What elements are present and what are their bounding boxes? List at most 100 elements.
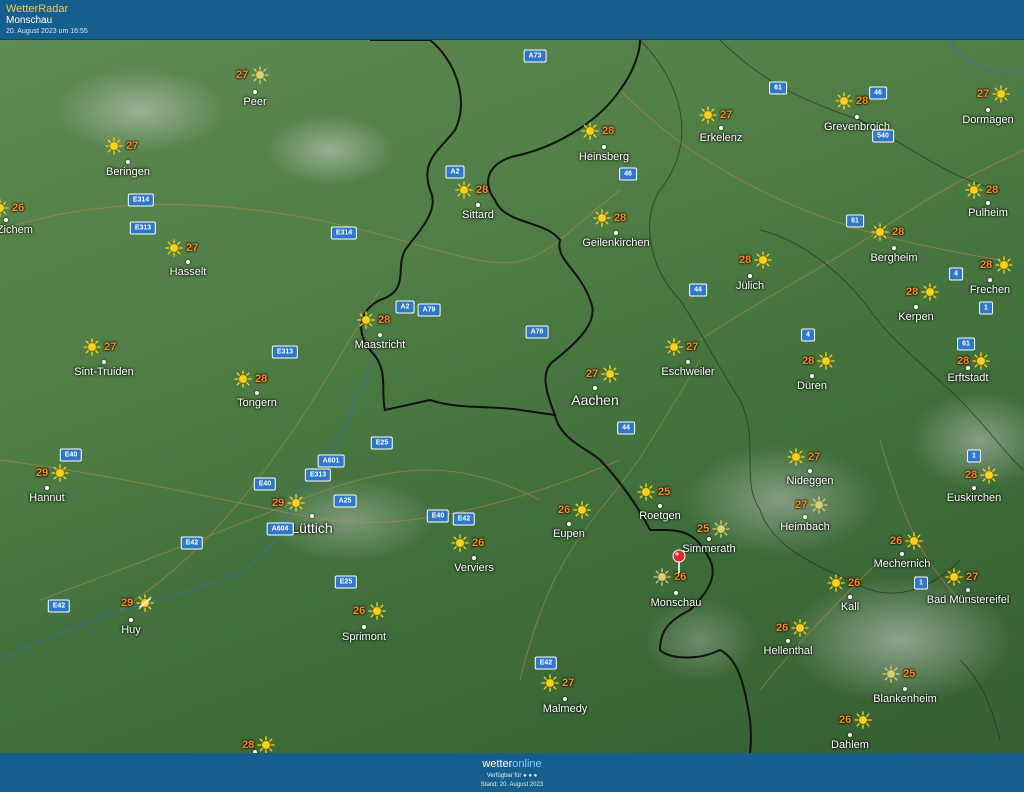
city-dot-geilenkirchen bbox=[614, 231, 618, 235]
city-label-simmerath[interactable]: Simmerath bbox=[682, 543, 735, 555]
sun-icon bbox=[51, 464, 70, 482]
sun-icon bbox=[791, 619, 810, 637]
weather-marker-huy[interactable]: 29 bbox=[121, 594, 155, 612]
city-label-erftstadt[interactable]: Erftstadt bbox=[948, 372, 989, 384]
temperature-label: 28 bbox=[965, 469, 978, 481]
city-label-erkelenz[interactable]: Erkelenz bbox=[700, 132, 743, 144]
weather-marker-frechen[interactable]: 28 bbox=[980, 256, 1014, 274]
city-label-jülich[interactable]: Jülich bbox=[736, 280, 764, 292]
city-label-sint-truiden[interactable]: Sint-Truiden bbox=[74, 366, 134, 378]
road-badge-e40: E40 bbox=[59, 448, 83, 462]
city-label-düren[interactable]: Düren bbox=[797, 380, 827, 392]
weather-marker-euskirchen[interactable]: 28 bbox=[965, 466, 999, 484]
weather-marker-grevenbroich[interactable]: 28 bbox=[835, 92, 868, 110]
city-label-vel-zichem[interactable]: vel-Zichem bbox=[0, 224, 33, 236]
weather-marker-heimbach[interactable]: 27 bbox=[795, 496, 829, 514]
weather-marker-roetgen[interactable]: 25 bbox=[637, 483, 670, 501]
city-label-roetgen[interactable]: Roetgen bbox=[639, 510, 681, 522]
city-label-eupen[interactable]: Eupen bbox=[553, 528, 585, 540]
road-badge-46: 46 bbox=[869, 86, 887, 100]
city-label-tongern[interactable]: Tongern bbox=[237, 397, 277, 409]
weather-marker-kerpen[interactable]: 28 bbox=[906, 283, 940, 301]
weather-marker-jülich[interactable]: 28 bbox=[739, 251, 773, 269]
city-label-heinsberg[interactable]: Heinsberg bbox=[579, 151, 629, 163]
weather-marker-dahlem[interactable]: 26 bbox=[839, 711, 873, 729]
temperature-label: 27 bbox=[236, 69, 249, 81]
city-label-sprimont[interactable]: Sprimont bbox=[342, 631, 386, 643]
city-label-hasselt[interactable]: Hasselt bbox=[170, 266, 207, 278]
weather-marker-bergheim[interactable]: 28 bbox=[871, 223, 904, 241]
sun-icon bbox=[165, 239, 183, 257]
city-label-beringen[interactable]: Beringen bbox=[106, 166, 150, 178]
city-label-geilenkirchen[interactable]: Geilenkirchen bbox=[582, 237, 649, 249]
road-badge-e313: E313 bbox=[304, 468, 332, 482]
weather-marker-sint-truiden[interactable]: 27 bbox=[83, 338, 116, 356]
weather-marker-hasselt[interactable]: 27 bbox=[165, 239, 198, 257]
city-dot-pulheim bbox=[986, 201, 990, 205]
weather-marker-sittard[interactable]: 28 bbox=[455, 181, 488, 199]
temperature-label: 27 bbox=[966, 571, 979, 583]
city-label-aachen[interactable]: Aachen bbox=[571, 392, 618, 408]
weather-marker-bad-münstereifel[interactable]: 27 bbox=[945, 568, 978, 586]
brand-logo[interactable]: wetteronline bbox=[0, 758, 1024, 770]
weather-marker-düren[interactable]: 28 bbox=[802, 352, 836, 370]
temperature-label: 27 bbox=[977, 88, 990, 100]
weather-marker-tongern[interactable]: 28 bbox=[234, 370, 267, 388]
city-label-bergheim[interactable]: Bergheim bbox=[870, 252, 917, 264]
temperature-label: 26 bbox=[848, 577, 861, 589]
weather-marker-vel-zichem[interactable]: 26 bbox=[0, 199, 24, 217]
weather-marker-aachen[interactable]: 27 bbox=[586, 365, 620, 383]
weather-marker-erkelenz[interactable]: 27 bbox=[699, 106, 732, 124]
weather-marker-malmedy[interactable]: 27 bbox=[541, 674, 574, 692]
city-label-mechernich[interactable]: Mechernich bbox=[874, 558, 931, 570]
weather-marker-peer[interactable]: 27 bbox=[236, 66, 270, 84]
weather-marker-sprimont[interactable]: 26 bbox=[353, 602, 387, 620]
weather-marker-maastricht[interactable]: 28 bbox=[357, 311, 390, 329]
city-label-hannut[interactable]: Hannut bbox=[29, 492, 64, 504]
city-label-euskirchen[interactable]: Euskirchen bbox=[947, 492, 1001, 504]
city-label-hellenthal[interactable]: Hellenthal bbox=[764, 645, 813, 657]
weather-marker-dormagen[interactable]: 27 bbox=[977, 85, 1011, 103]
temperature-label: 28 bbox=[378, 314, 391, 326]
weather-marker-nideggen[interactable]: 27 bbox=[787, 448, 820, 466]
weather-marker-erftstadt[interactable]: 28 bbox=[957, 352, 991, 370]
city-label-peer[interactable]: Peer bbox=[243, 96, 266, 108]
city-label-blankenheim[interactable]: Blankenheim bbox=[873, 693, 937, 705]
weather-map[interactable]: Peer 27 Beringen 27 vel-Zichem 26 Hasselt 27 Sin… bbox=[0, 40, 1024, 753]
city-label-eschweiler[interactable]: Eschweiler bbox=[661, 366, 714, 378]
weather-marker-unlabeled[interactable]: 28 bbox=[242, 736, 276, 753]
city-label-lüttich[interactable]: Lüttich bbox=[291, 520, 332, 536]
weather-marker-eschweiler[interactable]: 27 bbox=[665, 338, 698, 356]
weather-marker-hellenthal[interactable]: 26 bbox=[776, 619, 810, 637]
city-label-dahlem[interactable]: Dahlem bbox=[831, 739, 869, 751]
weather-marker-eupen[interactable]: 26 bbox=[558, 501, 592, 519]
location-pin-icon[interactable] bbox=[672, 549, 686, 578]
city-label-sittard[interactable]: Sittard bbox=[462, 209, 494, 221]
weather-marker-hannut[interactable]: 29 bbox=[36, 464, 70, 482]
city-label-kall[interactable]: Kall bbox=[841, 601, 859, 613]
city-label-bad-münstereifel[interactable]: Bad Münstereifel bbox=[927, 594, 1010, 606]
weather-marker-geilenkirchen[interactable]: 28 bbox=[593, 209, 626, 227]
city-label-verviers[interactable]: Verviers bbox=[454, 562, 494, 574]
city-label-monschau[interactable]: Monschau bbox=[651, 597, 702, 609]
weather-marker-blankenheim[interactable]: 25 bbox=[882, 665, 915, 683]
sun-icon bbox=[601, 365, 620, 383]
weather-marker-beringen[interactable]: 27 bbox=[105, 137, 138, 155]
city-label-huy[interactable]: Huy bbox=[121, 624, 141, 636]
city-label-frechen[interactable]: Frechen bbox=[970, 284, 1010, 296]
city-label-malmedy[interactable]: Malmedy bbox=[543, 703, 588, 715]
city-label-kerpen[interactable]: Kerpen bbox=[898, 311, 933, 323]
city-label-nideggen[interactable]: Nideggen bbox=[786, 475, 833, 487]
city-label-pulheim[interactable]: Pulheim bbox=[968, 207, 1008, 219]
weather-marker-pulheim[interactable]: 28 bbox=[965, 181, 998, 199]
city-label-maastricht[interactable]: Maastricht bbox=[355, 339, 406, 351]
weather-marker-kall[interactable]: 26 bbox=[827, 574, 860, 592]
weather-marker-simmerath[interactable]: 25 bbox=[697, 520, 731, 538]
weather-marker-lüttich[interactable]: 29 bbox=[272, 494, 306, 512]
weather-marker-heinsberg[interactable]: 28 bbox=[581, 122, 614, 140]
temperature-label: 28 bbox=[476, 184, 489, 196]
city-label-heimbach[interactable]: Heimbach bbox=[780, 521, 830, 533]
city-label-dormagen[interactable]: Dormagen bbox=[962, 114, 1013, 126]
weather-marker-verviers[interactable]: 26 bbox=[451, 534, 484, 552]
weather-marker-mechernich[interactable]: 26 bbox=[890, 532, 924, 550]
